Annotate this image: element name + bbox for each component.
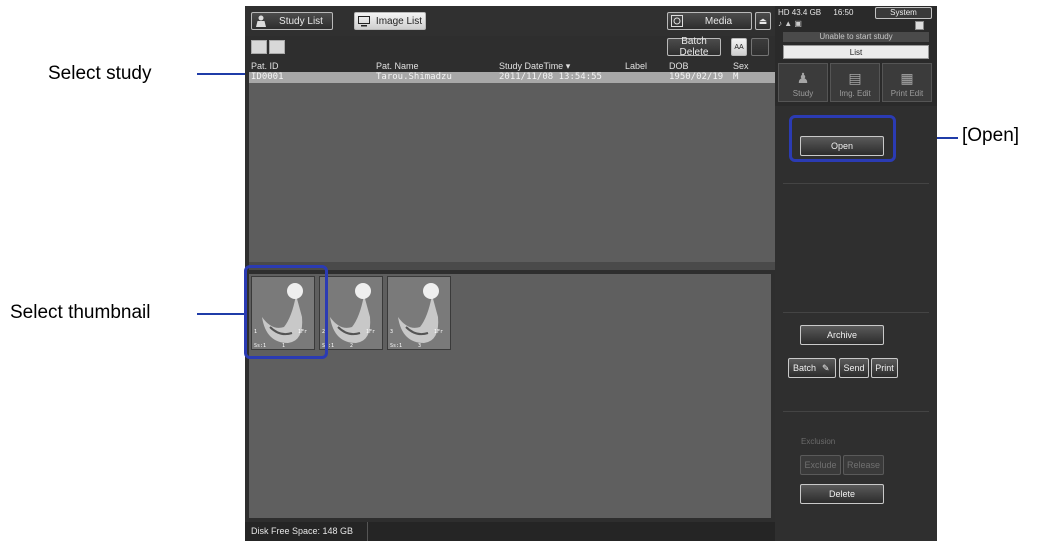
col-study-datetime[interactable]: Study DateTime ▾	[499, 61, 570, 72]
image-list-label: Image List	[375, 15, 423, 27]
app-window: Study List Image List Media ⏏ Batch Dele…	[245, 6, 937, 541]
study-mode-button[interactable]: ♟ Study	[778, 63, 828, 102]
system-info: HD 43.4 GB 16:50	[778, 8, 853, 17]
font-size-button[interactable]: AA	[731, 38, 747, 56]
exclude-button[interactable]: Exclude	[800, 455, 841, 475]
person-icon	[252, 13, 270, 29]
image-edit-icon: ▤	[848, 70, 862, 86]
cell-sex: M	[733, 72, 739, 82]
batch-delete-button[interactable]: Batch Delete	[667, 36, 721, 58]
study-table: ID0001 Tarou.Shimadzu 2011/11/08 13:54:5…	[249, 72, 775, 262]
send-button[interactable]: Send	[839, 358, 869, 378]
clock-text: 16:50	[833, 8, 854, 17]
exclusion-label: Exclusion	[801, 437, 836, 446]
pane-splitter[interactable]	[249, 262, 775, 270]
warning-banner: Unable to start study	[783, 32, 929, 42]
pencil-icon: ✎	[822, 362, 830, 373]
study-list-button[interactable]: Study List	[251, 12, 333, 30]
svg-text:Ss:1: Ss:1	[390, 343, 402, 349]
thumbnail-highlight	[244, 265, 328, 359]
separator	[783, 411, 929, 412]
separator	[783, 183, 929, 184]
media-button[interactable]: Media	[667, 12, 752, 30]
view-toolbar: Batch Delete AA	[245, 36, 775, 58]
col-pat-id[interactable]: Pat. ID	[251, 61, 279, 71]
disk-free-text: Disk Free Space: 148 GB	[251, 526, 354, 536]
status-divider	[367, 522, 368, 541]
print-button[interactable]: Print	[871, 358, 898, 378]
person-icon: ♟	[796, 70, 810, 86]
image-list-button[interactable]: Image List	[354, 12, 426, 30]
system-button[interactable]: System	[875, 7, 932, 19]
svg-text:1Fr: 1Fr	[434, 329, 443, 335]
right-panel-header: HD 43.4 GB 16:50 System ♪ ▲ ▣ Unable to …	[775, 6, 937, 106]
archive-button[interactable]: Archive	[800, 325, 884, 345]
thumbnail-3[interactable]: 3 1Fr Ss:1 3	[387, 276, 451, 350]
list-view-icon[interactable]	[251, 40, 267, 54]
disabled-tool-button[interactable]	[751, 38, 769, 56]
right-panel-actions: Open Archive Batch ✎ Send Print Exclusio…	[775, 106, 937, 541]
col-pat-name[interactable]: Pat. Name	[376, 61, 419, 71]
svg-text:3: 3	[418, 343, 421, 349]
cell-pat-name: Tarou.Shimadzu	[376, 72, 452, 82]
callout-line-study	[197, 73, 252, 75]
table-row[interactable]: ID0001 Tarou.Shimadzu 2011/11/08 13:54:5…	[249, 72, 775, 83]
cell-pat-id: ID0001	[251, 72, 284, 82]
eject-button[interactable]: ⏏	[755, 12, 771, 30]
xray-image-icon: 3 1Fr Ss:1 3	[388, 277, 450, 349]
col-sex[interactable]: Sex	[733, 61, 749, 71]
img-edit-mode-button[interactable]: ▤ Img. Edit	[830, 63, 880, 102]
batch-button[interactable]: Batch ✎	[788, 358, 836, 378]
media-label: Media	[704, 15, 733, 27]
release-button[interactable]: Release	[843, 455, 884, 475]
eject-icon: ⏏	[758, 15, 768, 26]
open-highlight	[789, 115, 896, 162]
status-bar: Disk Free Space: 148 GB	[245, 522, 775, 541]
separator	[783, 312, 929, 313]
top-toolbar: Study List Image List Media ⏏	[245, 6, 775, 36]
col-dob[interactable]: DOB	[669, 61, 689, 71]
hd-free-text: HD 43.4 GB	[778, 8, 822, 17]
print-edit-mode-button[interactable]: ▦ Print Edit	[882, 63, 932, 102]
xray-image-icon: 2 1Fr Ss:1 2	[320, 277, 382, 349]
monitor-icon	[355, 13, 373, 29]
cell-dob: 1950/02/19	[669, 72, 724, 82]
status-icons: ♪ ▲ ▣	[778, 19, 802, 28]
callout-select-study: Select study	[48, 63, 152, 84]
monitor-status-icon	[915, 21, 924, 30]
svg-text:3: 3	[390, 329, 393, 335]
print-layout-icon: ▦	[900, 70, 914, 86]
disc-icon	[668, 13, 686, 29]
right-panel: HD 43.4 GB 16:50 System ♪ ▲ ▣ Unable to …	[775, 6, 937, 541]
cell-study-datetime: 2011/11/08 13:54:55	[499, 72, 602, 82]
delete-button[interactable]: Delete	[800, 484, 884, 504]
svg-text:1Fr: 1Fr	[366, 329, 375, 335]
study-list-label: Study List	[279, 15, 323, 27]
callout-line-thumbnail	[197, 313, 247, 315]
list-button[interactable]: List	[783, 45, 929, 59]
grid-view-icon[interactable]	[269, 40, 285, 54]
col-label[interactable]: Label	[625, 61, 647, 71]
callout-select-thumbnail: Select thumbnail	[10, 302, 151, 323]
callout-open: [Open]	[962, 125, 1020, 146]
thumbnail-2[interactable]: 2 1Fr Ss:1 2	[319, 276, 383, 350]
svg-text:2: 2	[350, 343, 353, 349]
study-table-header: Pat. ID Pat. Name Study DateTime ▾ Label…	[249, 60, 775, 72]
